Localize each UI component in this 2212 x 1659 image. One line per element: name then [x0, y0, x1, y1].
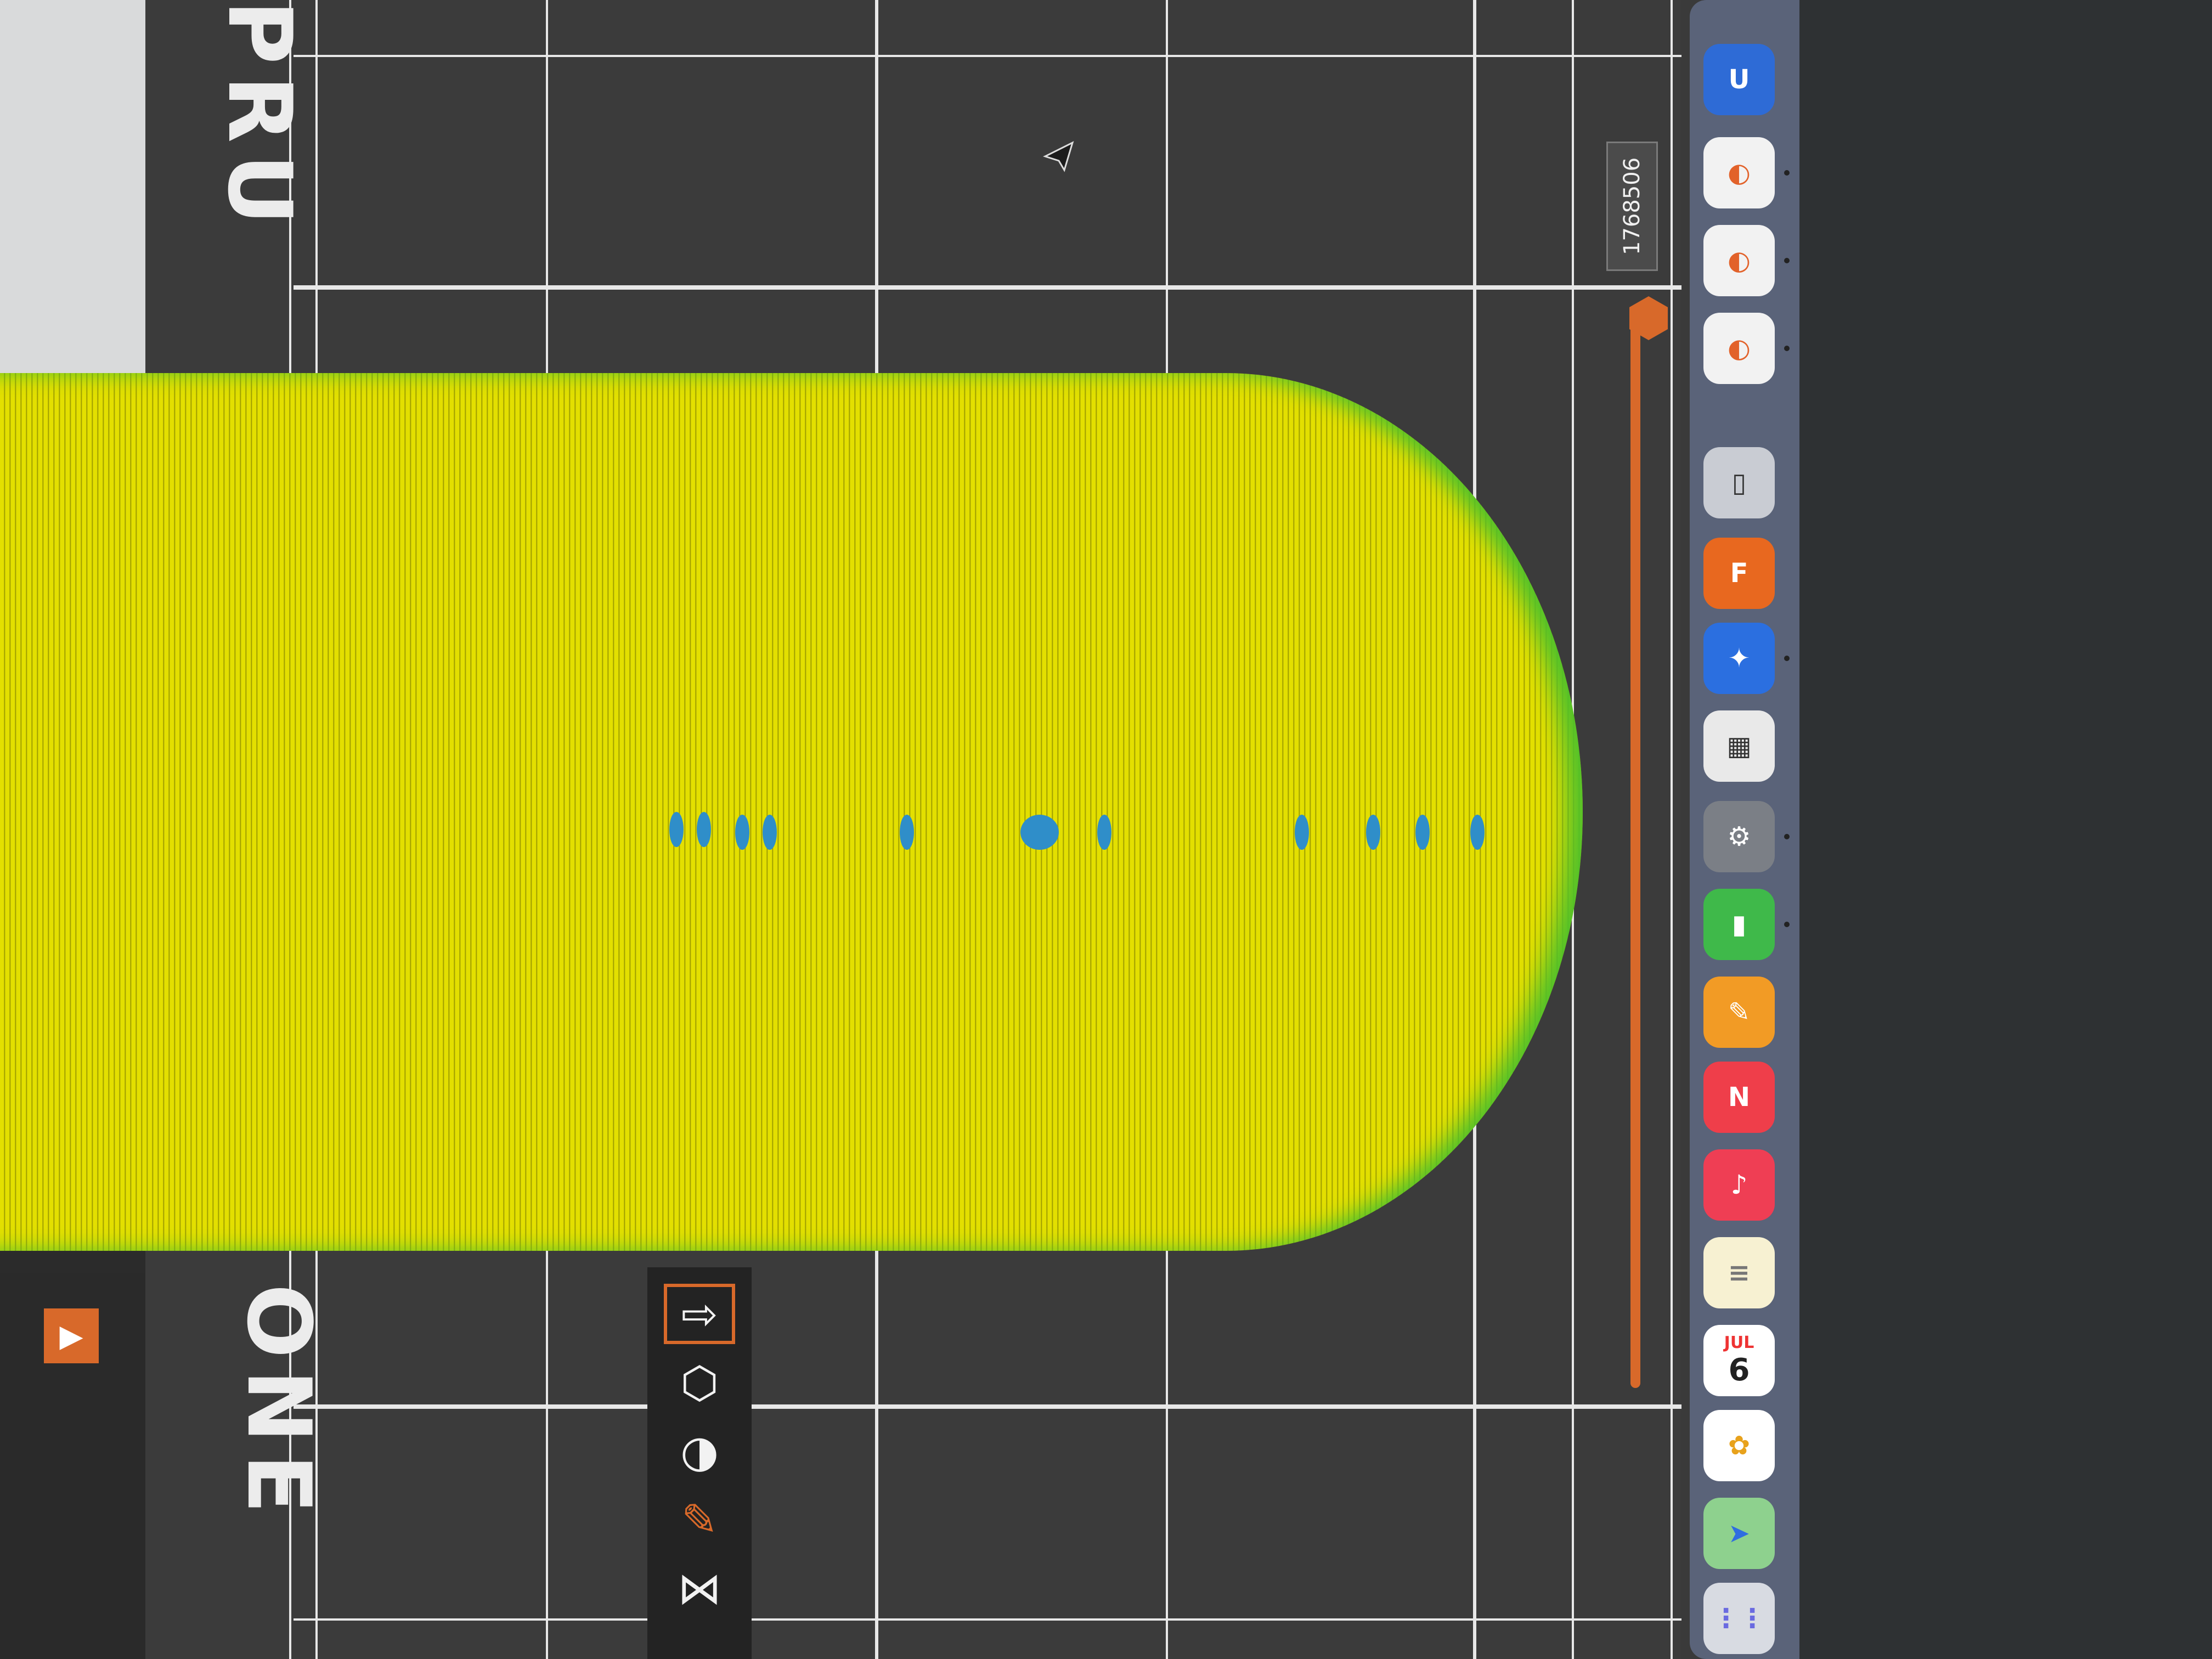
fusion-label: F [1730, 558, 1748, 589]
layer-slider-track[interactable] [1630, 318, 1640, 1388]
overhang-mark [735, 815, 749, 850]
mouse-cursor-icon [1043, 141, 1074, 172]
calendar-app-icon[interactable]: JUL 6 [1703, 1325, 1775, 1396]
bed-grid-line [1671, 0, 1673, 1659]
calendar-day: 6 [1728, 1352, 1750, 1388]
seam-icon[interactable]: ⋈ [664, 1558, 735, 1618]
macos-dock: U ◐ ◐ ◐ ▯ F ✦ ▦ ⚙ ▮ ✎ N ♪ ≡ JUL 6 ✿ ➤ ⋮⋮ [1690, 0, 1799, 1659]
overhang-mark [1366, 815, 1380, 850]
fusion-app-icon[interactable]: F [1703, 538, 1775, 609]
photos-app-icon[interactable]: ✿ [1703, 1410, 1775, 1481]
dock-running-indicator [1784, 656, 1790, 661]
paint-support-icon[interactable]: ✎ [664, 1489, 735, 1550]
center-icon[interactable]: ◑ [664, 1421, 735, 1481]
iphone-mirroring-icon[interactable]: ▯ [1703, 447, 1775, 518]
model-preview[interactable] [0, 373, 1583, 1251]
overhang-mark [763, 815, 777, 850]
object-toolbar: ⇨ ⬡ ◑ ✎ ⋈ [647, 1267, 752, 1659]
overhang-mark [900, 815, 914, 850]
overhang-mark [1295, 815, 1309, 850]
move-tool-icon[interactable]: ⇨ [664, 1284, 735, 1344]
bed-logo-text: PRU [208, 0, 311, 236]
news-app-icon[interactable]: N [1703, 1062, 1775, 1133]
numbers-app-icon[interactable]: ▮ [1703, 889, 1775, 960]
pages-app-icon[interactable]: ✎ [1703, 977, 1775, 1048]
overhang-mark [1020, 815, 1059, 850]
notes-app-icon[interactable]: ≡ [1703, 1237, 1775, 1308]
slicer-app-icon[interactable]: ◐ [1703, 313, 1775, 384]
music-app-icon[interactable]: ♪ [1703, 1149, 1775, 1221]
layer-slider-value: 1768506 [1606, 142, 1658, 271]
slicer-app-icon[interactable]: ◐ [1703, 137, 1775, 208]
calendar-month: JUL [1724, 1333, 1754, 1352]
dock-running-indicator [1784, 834, 1790, 839]
launchpad-icon[interactable]: ⋮⋮ [1703, 1583, 1775, 1654]
overhang-mark [1415, 815, 1430, 850]
bed-grid-line [294, 285, 1681, 290]
bed-grid-line [294, 1618, 1681, 1621]
dock-running-indicator [1784, 922, 1790, 927]
maps-app-icon[interactable]: ➤ [1703, 1498, 1775, 1569]
slice-play-button[interactable]: ▶ [44, 1308, 99, 1363]
bed-grid-line [294, 1404, 1681, 1409]
background-wall [0, 0, 145, 373]
cube-view-icon[interactable]: ⬡ [664, 1352, 735, 1413]
bed-logo-text: ONE [228, 1284, 330, 1525]
final-cut-icon[interactable]: ▦ [1703, 710, 1775, 782]
bed-grid-line [294, 55, 1681, 57]
overhang-mark [697, 812, 711, 847]
play-icon: ▶ [59, 1318, 83, 1354]
dock-running-indicator [1784, 258, 1790, 263]
system-settings-icon[interactable]: ⚙ [1703, 801, 1775, 872]
u-app-icon[interactable]: U [1703, 44, 1775, 115]
cleaner-app-icon[interactable]: ✦ [1703, 623, 1775, 694]
slicer-app-icon[interactable]: ◐ [1703, 225, 1775, 296]
overhang-mark [669, 812, 684, 847]
overhang-mark [1470, 815, 1485, 850]
dock-running-indicator [1784, 346, 1790, 351]
monitor-bezel [1799, 0, 2212, 1659]
dock-running-indicator [1784, 170, 1790, 176]
overhang-mark [1097, 815, 1111, 850]
